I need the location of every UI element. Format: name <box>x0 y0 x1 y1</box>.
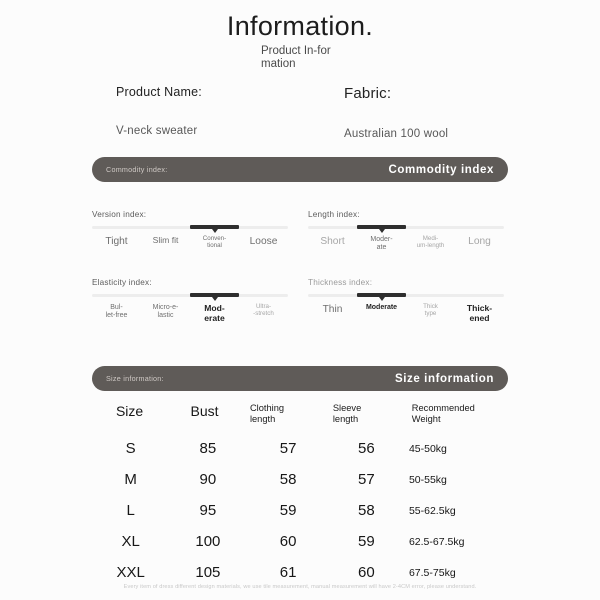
index-slider-fill <box>190 225 239 234</box>
table-cell-bust: 85 <box>199 440 217 458</box>
index-option[interactable]: Short <box>308 236 357 251</box>
index-option[interactable]: Mod-erate <box>190 304 239 323</box>
table-cell-size: S <box>125 440 136 458</box>
product-name-block: Product Name: V-neck sweater <box>116 85 202 137</box>
index-option[interactable]: Long <box>455 236 504 251</box>
table-cell-bust: 100 <box>195 533 221 551</box>
table-cell-sleeve-length: 60 <box>357 564 375 582</box>
index-option[interactable]: Loose <box>239 236 288 250</box>
table-cell-sleeve-length: 59 <box>357 533 375 551</box>
table-cell-clothing-length: 61 <box>279 564 297 582</box>
table-row: XL 100 60 59 62.5-67.5kg <box>94 526 506 557</box>
index-option[interactable]: Medi-um-length <box>406 235 455 251</box>
index-slider-fill <box>357 293 406 302</box>
index-title: Elasticity index: <box>92 278 152 288</box>
index-option[interactable]: Ultra- -stretch <box>239 304 288 323</box>
table-cell-clothing-length: 58 <box>279 471 297 489</box>
table-cell-weight: 62.5-67.5kg <box>408 535 465 548</box>
table-cell-size: M <box>124 471 137 489</box>
table-cell-clothing-length: 59 <box>279 502 297 520</box>
index-block-length-index: Length index: Short Moder-ate Medi-um-lengt… <box>308 210 504 251</box>
index-title: Thickness index: <box>308 278 373 288</box>
table-cell-sleeve-length: 56 <box>357 440 375 458</box>
product-name-label: Product Name: <box>116 85 202 100</box>
index-block-version-index: Version index: Tight Slim fit Conven-tional… <box>92 210 288 250</box>
index-option-list: Short Moder-ate Medi-um-length Long <box>308 235 504 251</box>
table-header-cell: Size <box>115 403 144 420</box>
table-cell-weight: 50-55kg <box>408 473 447 486</box>
table-cell-bust: 95 <box>199 502 217 520</box>
index-slider-marker-icon <box>211 229 218 234</box>
index-slider-marker-icon <box>211 297 218 302</box>
index-title: Version index: <box>92 210 147 220</box>
page-subtitle: Product In-formation <box>261 44 331 71</box>
index-slider-fill <box>357 225 406 234</box>
index-slider-fill <box>190 293 239 302</box>
commodity-banner-left-label: Commodity index: <box>106 165 168 175</box>
footer-disclaimer: Every item of dress different design mat… <box>123 584 477 590</box>
index-slider-marker-icon <box>378 297 385 302</box>
table-cell-sleeve-length: 58 <box>357 502 375 520</box>
index-slider-marker-icon <box>378 229 385 234</box>
commodity-banner-right-label: Commodity index <box>388 163 494 176</box>
table-row: M 90 58 57 50-55kg <box>94 464 506 495</box>
index-option[interactable]: Slim fit <box>141 236 190 250</box>
index-option-list: Tight Slim fit Conven-tional Loose <box>92 236 288 250</box>
page-subtitle-wrap: Product In-formation <box>219 45 381 72</box>
index-option-list: Thin Moderate Thick type Thick-ened <box>308 304 504 323</box>
table-cell-clothing-length: 57 <box>279 440 297 458</box>
index-option[interactable]: Thick type <box>406 304 455 323</box>
size-banner-left-label: Size information: <box>106 374 164 384</box>
fabric-value: Australian 100 wool <box>344 128 449 141</box>
table-cell-weight: 55-62.5kg <box>408 504 456 517</box>
index-option-list: Bul-let-free Micro-e-lastic Mod-erate Ultra… <box>92 304 288 323</box>
table-row: L 95 59 58 55-62.5kg <box>94 495 506 526</box>
table-cell-weight: 67.5-75kg <box>408 566 456 579</box>
table-cell-clothing-length: 60 <box>279 533 297 551</box>
size-information-banner: Size information: Size information <box>92 366 508 392</box>
product-summary: Product Name: V-neck sweater Fabric: Aus… <box>0 85 600 157</box>
index-block-elasticity-index: Elasticity index: Bul-let-free Micro-e-las… <box>92 278 288 323</box>
size-table: Size Bust Clothing length Sleeve length Recomm… <box>94 403 506 588</box>
index-option[interactable]: Conven-tional <box>190 236 239 250</box>
product-information-page: Information. Product In-formation Produc… <box>0 0 600 600</box>
table-header-cell: Sleeve length <box>332 403 362 424</box>
index-option[interactable]: Moderate <box>357 304 406 323</box>
fabric-block: Fabric: Australian 100 wool <box>344 85 448 140</box>
table-header-cell: Recommended Weight <box>411 403 475 424</box>
product-name-value: V-neck sweater <box>116 125 198 138</box>
index-option[interactable]: Micro-e-lastic <box>141 304 190 323</box>
commodity-index-banner: Commodity index: Commodity index <box>92 157 508 183</box>
index-slider-track[interactable] <box>92 293 288 302</box>
size-banner-right-label: Size information <box>394 372 494 385</box>
table-cell-bust: 105 <box>195 564 221 582</box>
index-option[interactable]: Tight <box>92 236 141 250</box>
fabric-label: Fabric: <box>344 85 392 103</box>
table-cell-bust: 90 <box>199 471 217 489</box>
index-option[interactable]: Bul-let-free <box>92 304 141 323</box>
index-grid: Version index: Tight Slim fit Conven-tional… <box>92 210 508 360</box>
index-title: Length index: <box>308 210 360 220</box>
table-header-row: Size Bust Clothing length Sleeve length Recomm… <box>94 403 506 433</box>
index-option[interactable]: Moder-ate <box>357 236 406 251</box>
index-slider-track[interactable] <box>308 293 504 302</box>
index-slider-track[interactable] <box>92 225 288 234</box>
index-slider-track[interactable] <box>308 225 504 234</box>
table-cell-weight: 45-50kg <box>408 442 447 455</box>
table-header-cell: Clothing length <box>249 403 285 424</box>
page-title: Information. <box>226 11 374 41</box>
table-cell-sleeve-length: 57 <box>357 471 375 489</box>
index-option[interactable]: Thin <box>308 304 357 323</box>
table-row: S 85 57 56 45-50kg <box>94 433 506 464</box>
index-option[interactable]: Thick-ened <box>455 304 504 323</box>
table-cell-size: L <box>126 502 135 520</box>
table-header-cell: Bust <box>190 403 219 420</box>
table-cell-size: XXL <box>116 564 145 582</box>
index-block-thickness-index: Thickness index: Thin Moderate Thick type Thi… <box>308 278 504 323</box>
table-cell-size: XL <box>121 533 140 551</box>
